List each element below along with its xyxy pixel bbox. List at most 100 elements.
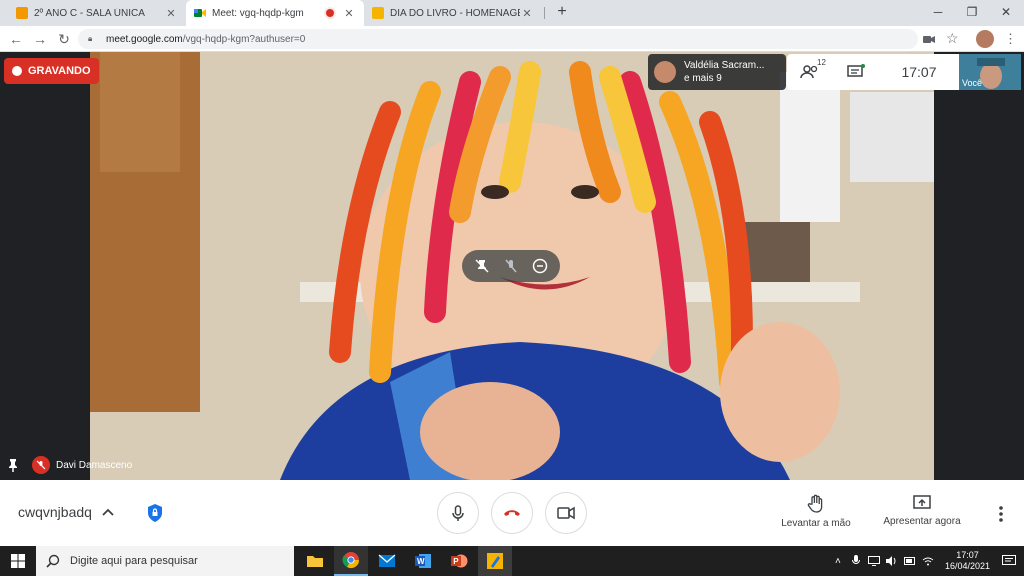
- mail-icon: [378, 554, 396, 567]
- url-bar[interactable]: 🔒︎ meet.google.com/vgq-hqdp-kgm?authuser…: [78, 29, 918, 49]
- participants-preview[interactable]: Valdélia Sacram... e mais 9: [648, 54, 786, 90]
- profile-avatar[interactable]: [976, 30, 994, 48]
- present-label: Apresentar agora: [883, 516, 961, 527]
- battery-icon[interactable]: [903, 554, 917, 568]
- mic-in-use-icon[interactable]: [849, 554, 863, 568]
- address-toolbar: ← → ↻ 🔒︎ meet.google.com/vgq-hqdp-kgm?au…: [0, 26, 1024, 52]
- speaker-name: Davi Damasceno: [56, 459, 133, 471]
- reload-button[interactable]: ↻: [54, 29, 74, 49]
- search-placeholder: Digite aqui para pesquisar: [70, 555, 198, 567]
- tab-title: 2º ANO C - SALA ÚNICA: [34, 7, 145, 19]
- app-tile-icon: [487, 553, 503, 569]
- participants-preview-text: Valdélia Sacram... e mais 9: [684, 59, 764, 85]
- powerpoint-icon: P: [451, 554, 468, 568]
- restore-button[interactable]: ❐: [956, 2, 988, 22]
- end-call-button[interactable]: [491, 492, 533, 534]
- tab-classroom[interactable]: 2º ANO C - SALA ÚNICA ✕: [8, 0, 186, 26]
- folder-icon: [307, 556, 323, 567]
- chevron-up-icon[interactable]: [100, 504, 116, 520]
- close-icon[interactable]: ✕: [342, 7, 356, 20]
- windows-taskbar: Digite aqui para pesquisar W P ˄ 17:07 1…: [0, 546, 1024, 576]
- clock-time: 17:07: [956, 550, 979, 560]
- classroom-icon: [16, 7, 28, 19]
- video-camera-icon: [557, 506, 575, 520]
- present-screen-icon: [913, 495, 931, 509]
- more-options-icon[interactable]: [994, 502, 1008, 526]
- minimize-button[interactable]: ─: [922, 2, 954, 22]
- recording-indicator-icon: [326, 9, 334, 17]
- recording-dot-icon: [12, 66, 22, 76]
- chrome-icon: [342, 552, 360, 569]
- slides-icon: [372, 7, 384, 19]
- new-tab-button[interactable]: +: [553, 3, 571, 23]
- participant-count: 12: [817, 58, 826, 67]
- lock-icon[interactable]: 🔒︎: [88, 34, 98, 44]
- camera-in-use-icon[interactable]: [922, 32, 936, 46]
- present-now-button[interactable]: Apresentar agora: [872, 494, 972, 527]
- participant-more: e mais 9: [684, 73, 722, 84]
- taskbar-search-input[interactable]: Digite aqui para pesquisar: [36, 546, 294, 576]
- word-app[interactable]: W: [406, 546, 440, 576]
- taskbar-clock[interactable]: 17:07 16/04/2021: [945, 550, 990, 572]
- volume-icon[interactable]: [885, 554, 899, 568]
- svg-text:P: P: [453, 557, 459, 566]
- word-icon: W: [415, 554, 431, 568]
- url-path: /vgq-hqdp-kgm?authuser=0: [182, 33, 306, 45]
- forward-button[interactable]: →: [30, 29, 50, 49]
- tab-slides[interactable]: DIA DO LIVRO - HOMENAGEM A ✕: [364, 0, 542, 26]
- recording-badge: GRAVANDO: [4, 58, 99, 84]
- meeting-code: cwqvnjbadq: [18, 504, 92, 520]
- hand-icon: [807, 494, 823, 513]
- self-label: Você: [962, 78, 983, 88]
- system-tray: ˄ 17:07 16/04/2021: [824, 546, 1024, 576]
- self-video-tile[interactable]: Você: [959, 54, 1021, 90]
- powerpoint-app[interactable]: P: [442, 546, 476, 576]
- raise-hand-label: Levantar a mão: [781, 518, 851, 529]
- mail-app[interactable]: [370, 546, 404, 576]
- browser-menu-icon[interactable]: ⋮: [1004, 30, 1017, 48]
- close-icon[interactable]: ✕: [164, 7, 178, 20]
- tab-divider: [544, 7, 545, 19]
- chat-button[interactable]: [833, 64, 879, 80]
- start-button[interactable]: [0, 546, 36, 576]
- raise-hand-button[interactable]: Levantar a mão: [766, 494, 866, 529]
- people-button[interactable]: 12: [787, 58, 833, 80]
- back-button[interactable]: ←: [6, 29, 26, 49]
- speaker-name-row: Davi Damasceno: [6, 456, 132, 474]
- whiteboard-app[interactable]: [478, 546, 512, 576]
- close-window-button[interactable]: ✕: [990, 2, 1022, 22]
- clock-date: 16/04/2021: [944, 561, 990, 571]
- camera-button[interactable]: [545, 492, 587, 534]
- browser-tab-strip: 2º ANO C - SALA ÚNICA ✕ Meet: vgq-hqdp-k…: [0, 0, 1024, 26]
- unpin-icon[interactable]: [471, 255, 493, 277]
- hang-up-icon: [504, 510, 520, 516]
- wifi-icon[interactable]: [921, 554, 935, 568]
- network-icon[interactable]: [867, 554, 881, 568]
- host-controls-shield-icon[interactable]: [142, 500, 168, 526]
- bookmark-star-icon[interactable]: ☆: [946, 30, 962, 46]
- tab-meet[interactable]: Meet: vgq-hqdp-kgm ✕: [186, 0, 364, 26]
- pin-icon[interactable]: [6, 458, 20, 472]
- search-icon: [46, 554, 60, 568]
- close-icon[interactable]: ✕: [520, 7, 534, 20]
- mic-off-icon[interactable]: [500, 255, 522, 277]
- remove-participant-icon[interactable]: [529, 255, 551, 277]
- chevron-up-icon[interactable]: ˄: [831, 554, 845, 568]
- recording-label: GRAVANDO: [28, 65, 91, 77]
- file-explorer-app[interactable]: [298, 546, 332, 576]
- microphone-button[interactable]: [437, 492, 479, 534]
- meet-top-panel: 12 17:07: [787, 54, 959, 90]
- participant-name: Valdélia Sacram...: [684, 60, 765, 71]
- meet-controls-bar: cwqvnjbadq Levantar a mão Apresentar ago…: [0, 480, 1024, 546]
- meeting-clock: 17:07: [901, 64, 937, 80]
- notifications-icon[interactable]: [1002, 554, 1016, 568]
- tile-hover-controls: [462, 250, 560, 282]
- meet-stage: GRAVANDO Valdélia Sacram... e mais 9 12 …: [0, 52, 1024, 480]
- url-host: meet.google.com: [106, 33, 183, 45]
- chat-icon: [847, 64, 865, 77]
- chrome-app[interactable]: [334, 546, 368, 576]
- svg-text:W: W: [417, 557, 425, 566]
- tab-title: Meet: vgq-hqdp-kgm: [212, 7, 304, 19]
- microphone-icon: [452, 505, 464, 521]
- tab-title: DIA DO LIVRO - HOMENAGEM A: [390, 7, 520, 19]
